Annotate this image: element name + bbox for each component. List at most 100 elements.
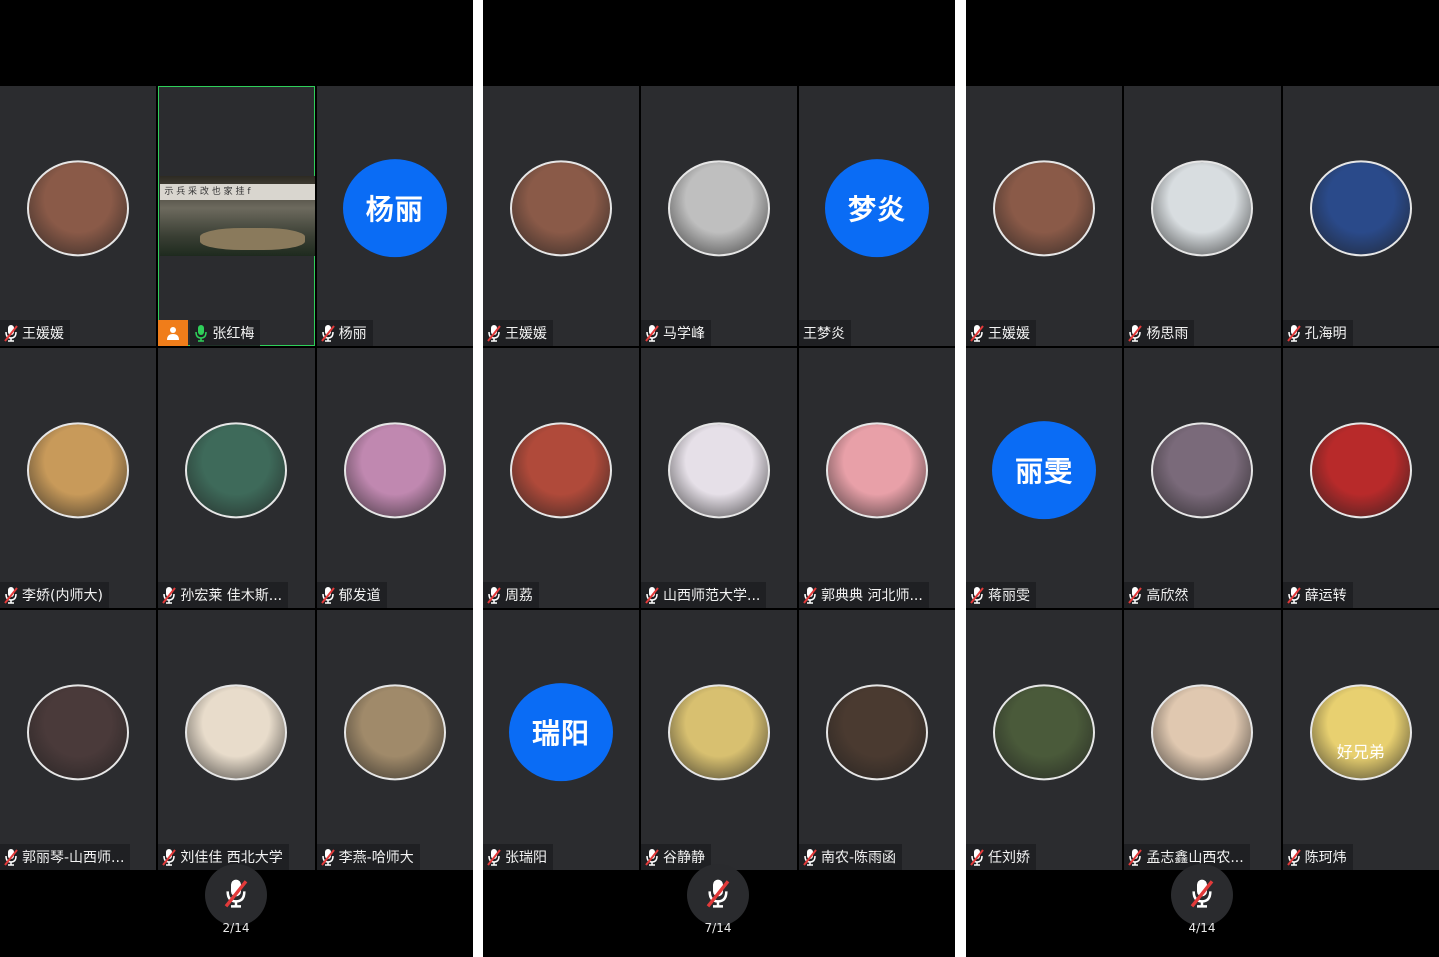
- text-avatar-initials: 丽雯: [1015, 455, 1074, 489]
- participant-tile[interactable]: 南农-陈雨函: [799, 610, 955, 870]
- participant-name-label: 王媛媛: [483, 320, 553, 346]
- participant-name-label: 马学峰: [641, 320, 711, 346]
- participant-name: 陈珂炜: [1304, 850, 1347, 866]
- participant-grid: 王媛媛 马学峰 梦炎 王梦炎 周荔 山西师范大学... 郭典典 河北师... 瑞阳 张瑞阳 谷静静…: [483, 86, 955, 870]
- participant-tile[interactable]: 孔海明: [1282, 86, 1439, 346]
- mic-muted-icon: [487, 324, 501, 342]
- avatar: [1151, 160, 1254, 257]
- participant-name: 王梦炎: [803, 326, 845, 342]
- text-avatar-initials: 梦炎: [847, 193, 906, 227]
- avatar: [1309, 160, 1412, 257]
- participant-tile[interactable]: 李燕-哈师大: [316, 610, 473, 870]
- participant-name: 任刘娇: [988, 850, 1030, 866]
- participant-tile[interactable]: 王媛媛: [0, 86, 157, 346]
- participant-name-label: 郭典典 河北师...: [799, 582, 929, 608]
- avatar: [27, 422, 130, 519]
- participant-name: 李燕-哈师大: [338, 850, 414, 866]
- text-avatar-initials: 瑞阳: [531, 717, 590, 751]
- participant-name: 张瑞阳: [505, 850, 547, 866]
- participant-tile[interactable]: 杨思雨: [1124, 86, 1281, 346]
- mic-muted-icon: [970, 848, 984, 866]
- text-avatar-initials: 杨丽: [365, 193, 424, 227]
- meeting-screen-2: 王媛媛 马学峰 梦炎 王梦炎 周荔 山西师范大学... 郭典典 河北师... 瑞阳 张瑞阳 谷静静…: [483, 0, 955, 957]
- text-avatar: 梦炎: [825, 159, 929, 258]
- participant-tile[interactable]: 孙宏莱 佳木斯...: [158, 348, 315, 608]
- video-table-shape: [200, 228, 305, 250]
- mic-muted-icon: [645, 324, 659, 342]
- participant-tile[interactable]: 山西师范大学...: [641, 348, 797, 608]
- mic-on-icon: [194, 324, 208, 342]
- participant-tile[interactable]: 马学峰: [641, 86, 797, 346]
- participant-tile[interactable]: 好兄弟陈珂炜: [1282, 610, 1439, 870]
- avatar: [185, 422, 288, 519]
- participant-tile[interactable]: 周荔: [483, 348, 639, 608]
- mic-muted-icon: [645, 586, 659, 604]
- participant-tile[interactable]: 王媛媛: [483, 86, 639, 346]
- participant-tile[interactable]: 谷静静: [641, 610, 797, 870]
- participant-name: 郭丽琴-山西师...: [22, 850, 125, 866]
- participant-tile[interactable]: 高欣然: [1124, 348, 1281, 608]
- mic-muted-icon: [224, 878, 248, 912]
- mute-toggle-button[interactable]: [205, 864, 267, 926]
- mic-muted-icon: [162, 848, 177, 866]
- participant-name: 王媛媛: [505, 326, 547, 342]
- participant-tile[interactable]: 丽雯蒋丽雯: [966, 348, 1123, 608]
- participant-name-label: 蒋丽雯: [966, 582, 1036, 608]
- participant-name: 山西师范大学...: [663, 588, 761, 604]
- participant-name: 蒋丽雯: [988, 588, 1030, 604]
- participant-tile[interactable]: 孟志鑫山西农...: [1124, 610, 1281, 870]
- mic-muted-icon: [803, 848, 817, 866]
- avatar: [27, 160, 130, 257]
- mic-muted-icon: [1286, 324, 1301, 342]
- participant-name: 谷静静: [663, 850, 705, 866]
- participant-tile[interactable]: 郭典典 河北师...: [799, 348, 955, 608]
- mic-muted-icon: [970, 586, 984, 604]
- participant-name-label: 山西师范大学...: [641, 582, 767, 608]
- participant-tile[interactable]: 示 兵 采 改 也 家 挂 f 张红梅: [158, 86, 315, 346]
- avatar-caption: 好兄弟: [1336, 742, 1385, 762]
- avatar: [343, 422, 446, 519]
- participant-tile[interactable]: 郁发道: [316, 348, 473, 608]
- participant-name-label: 李娇(内师大): [0, 582, 109, 608]
- participant-name: 孙宏莱 佳木斯...: [180, 588, 283, 604]
- participant-tile[interactable]: 瑞阳张瑞阳: [483, 610, 639, 870]
- participant-name: 薛运转: [1304, 588, 1347, 604]
- mic-muted-icon: [4, 848, 18, 866]
- mute-toggle-button[interactable]: [687, 864, 749, 926]
- participant-tile[interactable]: 李娇(内师大): [0, 348, 157, 608]
- mic-muted-icon: [320, 324, 335, 342]
- mic-muted-icon: [4, 324, 18, 342]
- participant-grid: 王媛媛示 兵 采 改 也 家 挂 f 张红梅 杨丽 杨丽 李娇(内师大) 孙宏莱 佳木斯.…: [0, 86, 473, 870]
- mute-toggle-button[interactable]: [1171, 864, 1233, 926]
- participant-tile[interactable]: 刘佳佳 西北大学: [158, 610, 315, 870]
- participant-tile[interactable]: 薛运转: [1282, 348, 1439, 608]
- participant-tile[interactable]: 王媛媛: [966, 86, 1123, 346]
- avatar: [993, 684, 1096, 781]
- participant-name: 孔海明: [1304, 326, 1347, 342]
- participant-name: 马学峰: [663, 326, 705, 342]
- participant-name-label: 薛运转: [1282, 582, 1353, 608]
- page-indicator: 4/14: [1188, 921, 1216, 935]
- participant-name: 王媛媛: [22, 326, 64, 342]
- mic-muted-icon: [1128, 848, 1143, 866]
- participant-name: 王媛媛: [988, 326, 1030, 342]
- mic-muted-icon: [1286, 586, 1301, 604]
- host-badge-icon: [158, 320, 189, 346]
- avatar: [826, 422, 928, 519]
- avatar: [510, 422, 612, 519]
- participant-name-label: 周荔: [483, 582, 539, 608]
- mic-muted-icon: [320, 586, 335, 604]
- participant-name: 李娇(内师大): [22, 588, 103, 604]
- participant-name-label: 郭丽琴-山西师...: [0, 844, 131, 870]
- participant-name-label: 任刘娇: [966, 844, 1036, 870]
- avatar: [1151, 422, 1254, 519]
- participant-name-label: 杨丽: [316, 320, 373, 346]
- participant-name-label: 南农-陈雨函: [799, 844, 903, 870]
- mic-muted-icon: [1190, 878, 1214, 912]
- participant-tile[interactable]: 郭丽琴-山西师...: [0, 610, 157, 870]
- avatar: [185, 684, 288, 781]
- participant-tile[interactable]: 梦炎王梦炎: [799, 86, 955, 346]
- participant-tile[interactable]: 杨丽 杨丽: [316, 86, 473, 346]
- participant-tile[interactable]: 任刘娇: [966, 610, 1123, 870]
- participant-name-label: 孙宏莱 佳木斯...: [158, 582, 289, 608]
